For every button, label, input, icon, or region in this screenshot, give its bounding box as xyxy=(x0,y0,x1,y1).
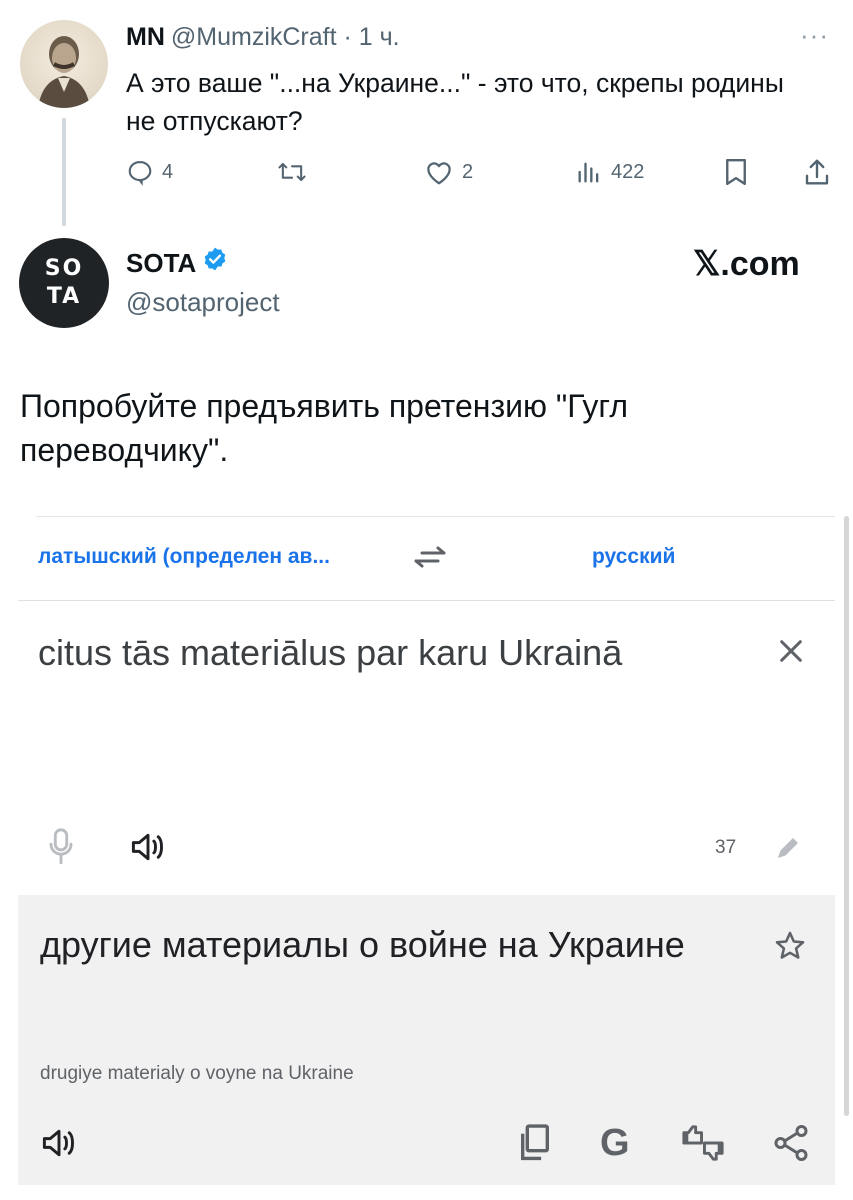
bookmark-icon xyxy=(722,157,750,187)
verified-badge-icon xyxy=(196,246,228,279)
like-button[interactable]: 2 xyxy=(424,154,473,190)
microphone-icon[interactable] xyxy=(46,827,76,872)
author-name[interactable]: MN xyxy=(126,23,165,51)
bookmark-button[interactable] xyxy=(722,154,750,190)
retweet-icon xyxy=(276,158,308,186)
avatar[interactable]: SO TA xyxy=(19,238,109,328)
close-icon[interactable] xyxy=(775,635,807,672)
swap-languages-icon[interactable] xyxy=(410,539,450,580)
scrollbar[interactable] xyxy=(844,516,849,1116)
views-button[interactable]: 422 xyxy=(575,154,644,190)
google-search-icon[interactable]: G xyxy=(600,1121,630,1165)
heart-icon xyxy=(424,158,454,186)
reply-text: А это ваше "...на Украине..." - это что,… xyxy=(126,68,784,136)
post-text: Попробуйте предъявить претензию "Гугл пе… xyxy=(20,388,629,468)
post-time[interactable]: 1 ч. xyxy=(359,23,400,51)
transliteration-text: drugiye materialy o voyne na Ukraine xyxy=(40,1063,354,1084)
retweet-button[interactable] xyxy=(276,154,316,190)
source-text-input[interactable]: citus tās materiālus par karu Ukrainā xyxy=(38,631,622,675)
like-count: 2 xyxy=(462,160,474,183)
translation-result: другие материалы о войне на Украине drug… xyxy=(18,895,835,1185)
author-handle[interactable]: @sotaproject xyxy=(126,286,280,318)
avatar-text-top: SO xyxy=(44,256,84,281)
copy-icon[interactable] xyxy=(518,1123,552,1168)
speaker-icon[interactable] xyxy=(129,829,167,870)
language-bar: латышский (определен ав... русский xyxy=(18,517,835,601)
share-icon[interactable] xyxy=(773,1123,809,1168)
result-toolbar: G xyxy=(18,1121,835,1171)
author-name-text: SOTA xyxy=(126,247,197,278)
share-button[interactable] xyxy=(803,154,831,190)
views-icon xyxy=(575,158,603,186)
author-handle[interactable]: @MumzikCraft xyxy=(171,23,337,51)
avatar[interactable] xyxy=(20,20,108,108)
author-name[interactable]: SOTA xyxy=(126,246,228,279)
share-icon xyxy=(803,157,831,187)
tweet-actions: 4 2 422 xyxy=(0,154,853,190)
view-count: 422 xyxy=(611,160,645,183)
more-options-icon[interactable]: ··· xyxy=(800,20,829,51)
star-icon[interactable] xyxy=(773,929,807,968)
feedback-icon[interactable] xyxy=(678,1123,728,1168)
translation-text: другие материалы о войне на Украине xyxy=(40,924,685,965)
reply-icon xyxy=(126,158,154,186)
x-watermark: 𝕏.com xyxy=(693,245,800,283)
translate-screenshot: латышский (определен ав... русский citus… xyxy=(18,517,835,1185)
character-count: 37 xyxy=(715,837,737,858)
separator: · xyxy=(343,23,352,51)
pencil-icon[interactable] xyxy=(773,833,803,868)
speaker-icon[interactable] xyxy=(40,1125,78,1166)
target-language-selector[interactable]: русский xyxy=(592,545,675,569)
reply-header: MN @MumzikCraft · 1 ч. xyxy=(126,22,400,52)
reply-button[interactable]: 4 xyxy=(126,154,173,190)
reply-count: 4 xyxy=(162,160,174,183)
source-language-selector[interactable]: латышский (определен ав... xyxy=(38,545,330,569)
avatar-text-bottom: TA xyxy=(46,284,82,309)
